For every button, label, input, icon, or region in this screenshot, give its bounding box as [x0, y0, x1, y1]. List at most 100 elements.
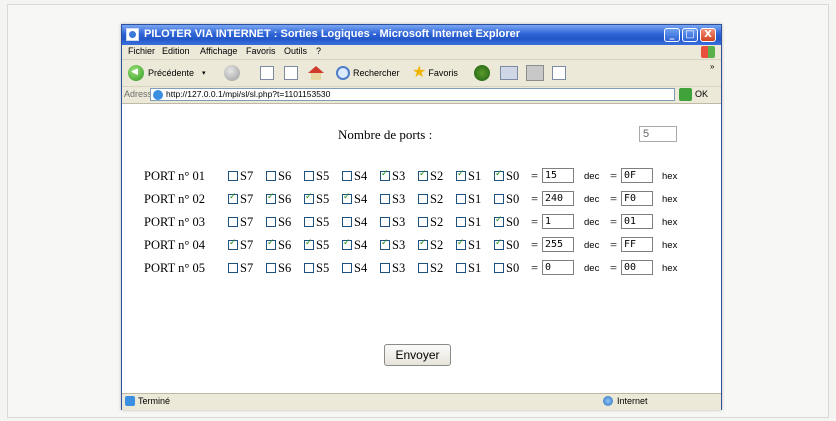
- bit-checkbox[interactable]: [456, 194, 466, 204]
- bit-label: S6: [278, 261, 292, 275]
- bit-checkbox[interactable]: [342, 263, 352, 273]
- back-button[interactable]: Précédente ▾: [128, 63, 206, 83]
- address-url: http://127.0.0.1/mpi/sl/sl.php?t=1101153…: [166, 89, 331, 99]
- bit-checkbox[interactable]: [494, 263, 504, 273]
- bit-checkbox[interactable]: [380, 194, 390, 204]
- bit-checkbox[interactable]: [418, 217, 428, 227]
- bit-checkbox[interactable]: [494, 215, 504, 227]
- bit-checkbox[interactable]: [494, 194, 504, 204]
- bit-checkbox[interactable]: [380, 263, 390, 273]
- hex-value-input[interactable]: F0: [621, 191, 653, 206]
- bit-checkbox[interactable]: [228, 171, 238, 181]
- equals-sign: =: [610, 215, 618, 229]
- search-button[interactable]: Rechercher: [336, 63, 400, 83]
- minimize-button[interactable]: _: [664, 28, 680, 42]
- toolbar-overflow-icon[interactable]: »: [710, 62, 714, 71]
- bit-checkbox[interactable]: [418, 263, 428, 273]
- favorites-label: Favoris: [428, 68, 458, 78]
- hex-unit: hex: [662, 194, 678, 205]
- bit-checkbox[interactable]: [304, 238, 314, 250]
- bit-checkbox[interactable]: [304, 171, 314, 181]
- media-button[interactable]: [474, 63, 490, 83]
- menu-item-outils[interactable]: Outils: [284, 46, 307, 56]
- hex-value-input[interactable]: 01: [621, 214, 653, 229]
- bit-checkbox[interactable]: [456, 238, 466, 250]
- favorites-button[interactable]: ★ Favoris: [412, 63, 458, 83]
- bit-checkbox[interactable]: [380, 169, 390, 181]
- bit-checkbox[interactable]: [380, 217, 390, 227]
- hex-value-input[interactable]: 00: [621, 260, 653, 275]
- bit-checkbox[interactable]: [304, 263, 314, 273]
- mail-button[interactable]: [500, 63, 518, 83]
- bit-checkbox[interactable]: [228, 263, 238, 273]
- bit-checkbox[interactable]: [228, 217, 238, 227]
- bit-label: S0: [506, 261, 520, 275]
- hex-value-input[interactable]: 0F: [621, 168, 653, 183]
- bit-label: S1: [468, 215, 482, 229]
- stop-button[interactable]: [260, 63, 274, 83]
- bit-checkbox[interactable]: [228, 192, 238, 204]
- equals-sign: =: [610, 192, 618, 206]
- send-button[interactable]: Envoyer: [384, 344, 451, 366]
- print-button[interactable]: [526, 63, 544, 83]
- bit-checkbox[interactable]: [342, 192, 352, 204]
- equals-sign: =: [610, 261, 618, 275]
- go-icon[interactable]: [679, 88, 692, 101]
- ports-count-input[interactable]: 5: [639, 126, 677, 142]
- dec-value-input[interactable]: 240: [542, 191, 574, 206]
- dec-value-input[interactable]: 1: [542, 214, 574, 229]
- bit-checkbox[interactable]: [456, 263, 466, 273]
- bit-checkbox[interactable]: [228, 238, 238, 250]
- dec-value-input[interactable]: 255: [542, 237, 574, 252]
- dec-value-input[interactable]: 15: [542, 168, 574, 183]
- bit-checkbox[interactable]: [494, 238, 504, 250]
- menu-item-edition[interactable]: Edition: [162, 46, 190, 56]
- menu-item-help[interactable]: ?: [316, 46, 321, 56]
- forward-button[interactable]: [224, 63, 240, 83]
- bit-label: S2: [430, 192, 444, 206]
- close-button[interactable]: X: [700, 28, 716, 42]
- bit-label: S3: [392, 215, 406, 229]
- bit-checkbox[interactable]: [266, 217, 276, 227]
- hex-value-input[interactable]: FF: [621, 237, 653, 252]
- edit-button[interactable]: [552, 63, 566, 83]
- go-label[interactable]: OK: [695, 89, 708, 99]
- dec-value-input[interactable]: 0: [542, 260, 574, 275]
- menu-item-affichage[interactable]: Affichage: [200, 46, 237, 56]
- bit-label: S3: [392, 238, 406, 252]
- port-label: PORT n° 04: [144, 238, 205, 252]
- equals-sign: =: [531, 192, 539, 206]
- bit-label: S5: [316, 261, 330, 275]
- bit-checkbox[interactable]: [266, 263, 276, 273]
- equals-sign: =: [531, 238, 539, 252]
- menu-item-favoris[interactable]: Favoris: [246, 46, 276, 56]
- bit-label: S3: [392, 169, 406, 183]
- bit-checkbox[interactable]: [342, 217, 352, 227]
- bit-checkbox[interactable]: [456, 169, 466, 181]
- title-bar[interactable]: PILOTER VIA INTERNET : Sorties Logiques …: [122, 25, 721, 45]
- bit-checkbox[interactable]: [418, 194, 428, 204]
- bit-label: S4: [354, 192, 368, 206]
- status-bar: Terminé Internet: [122, 393, 721, 410]
- bit-checkbox[interactable]: [418, 238, 428, 250]
- bit-label: S0: [506, 192, 520, 206]
- media-icon: [474, 65, 490, 81]
- bit-checkbox[interactable]: [418, 169, 428, 181]
- bit-checkbox[interactable]: [266, 192, 276, 204]
- bit-checkbox[interactable]: [342, 238, 352, 250]
- maximize-button[interactable]: □: [682, 28, 698, 42]
- bit-checkbox[interactable]: [266, 171, 276, 181]
- bit-checkbox[interactable]: [342, 171, 352, 181]
- bit-checkbox[interactable]: [266, 238, 276, 250]
- menu-item-fichier[interactable]: Fichier: [128, 46, 155, 56]
- page-icon: [153, 90, 163, 100]
- bit-checkbox[interactable]: [380, 238, 390, 250]
- home-button[interactable]: [308, 63, 324, 83]
- bit-checkbox[interactable]: [304, 192, 314, 204]
- refresh-button[interactable]: [284, 63, 298, 83]
- bit-checkbox[interactable]: [304, 217, 314, 227]
- bit-checkbox[interactable]: [456, 217, 466, 227]
- address-input[interactable]: http://127.0.0.1/mpi/sl/sl.php?t=1101153…: [150, 88, 675, 101]
- bit-checkbox[interactable]: [494, 169, 504, 181]
- bit-label: S3: [392, 192, 406, 206]
